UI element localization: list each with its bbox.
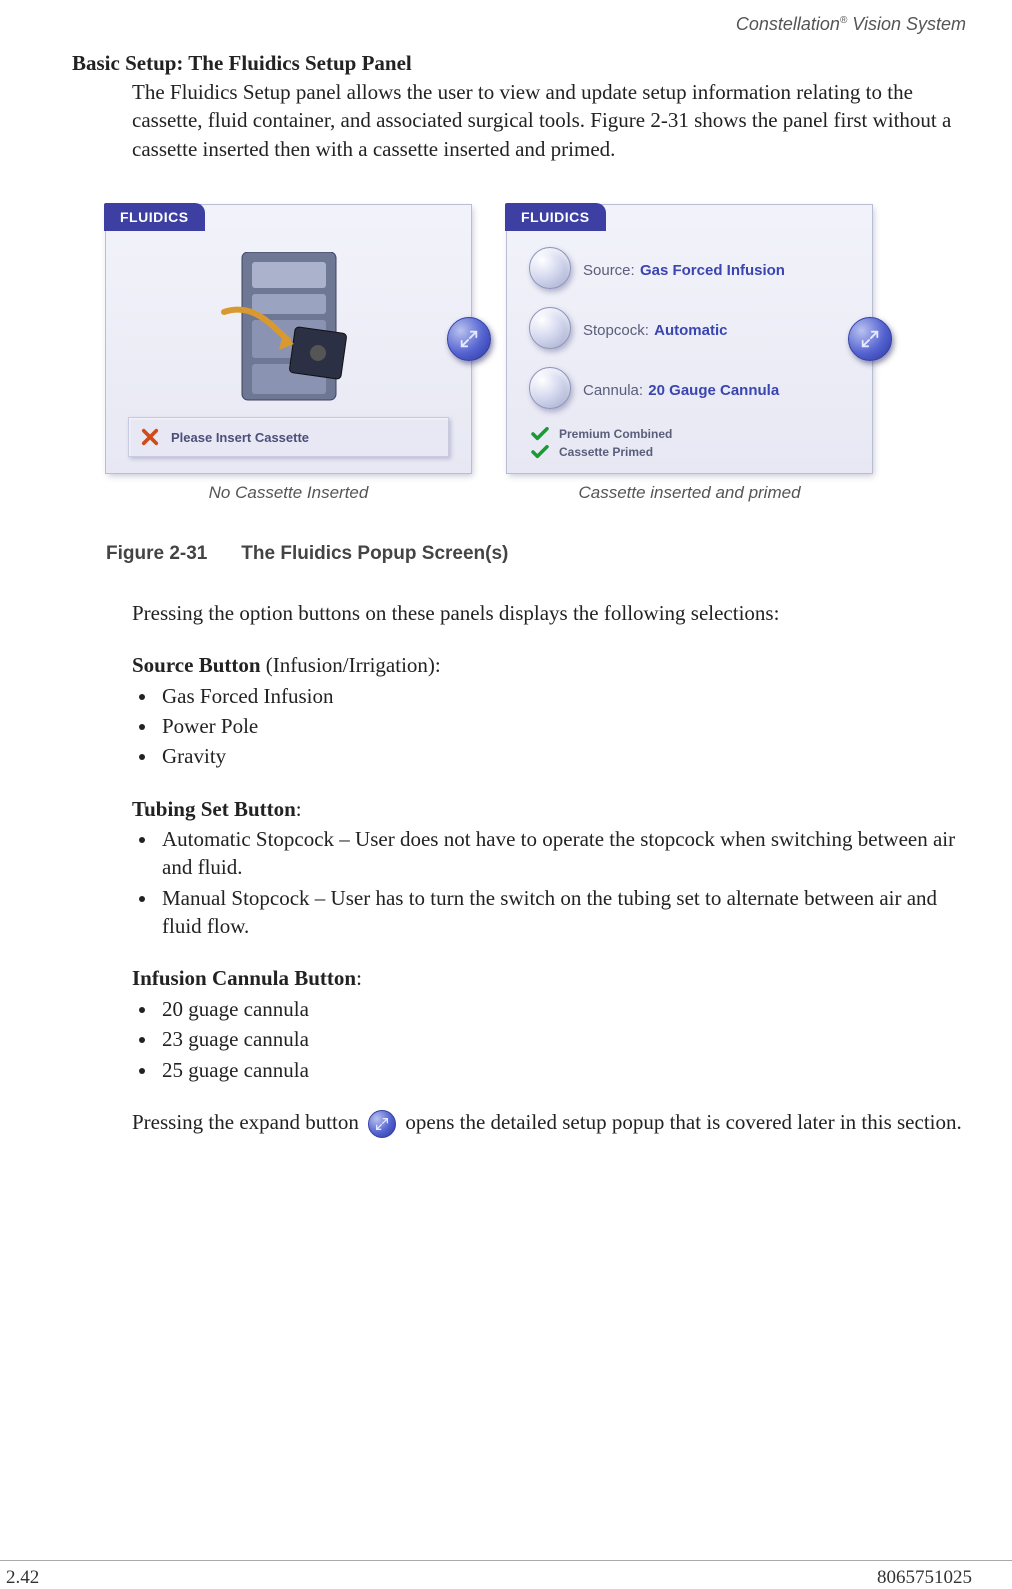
expand-button-inline[interactable] bbox=[368, 1110, 396, 1138]
panel-captions: No Cassette Inserted Cassette inserted a… bbox=[106, 483, 972, 503]
machine-icon bbox=[184, 252, 394, 402]
figure-number: Figure 2-31 bbox=[106, 543, 236, 565]
source-value: Gas Forced Infusion bbox=[640, 262, 785, 279]
expand-icon bbox=[458, 328, 480, 350]
list-item: Manual Stopcock – User has to turn the s… bbox=[158, 884, 972, 941]
status-text: Premium Combined bbox=[559, 427, 672, 441]
expand-icon bbox=[374, 1116, 390, 1132]
status-premium-combined: Premium Combined bbox=[531, 427, 850, 441]
page-footer: 2.42 8065751025 bbox=[0, 1560, 1012, 1589]
expand-button[interactable] bbox=[447, 317, 491, 361]
list-item: 23 guage cannula bbox=[158, 1025, 972, 1053]
expand-sentence: Pressing the expand button opens the det… bbox=[132, 1108, 972, 1138]
x-icon bbox=[141, 428, 159, 446]
stopcock-option[interactable]: Stopcock: Automatic bbox=[529, 307, 850, 349]
panel-tab: FLUIDICS bbox=[104, 203, 205, 231]
cannula-list: 20 guage cannula 23 guage cannula 25 gua… bbox=[132, 995, 972, 1084]
stopcock-label: Stopcock: bbox=[583, 322, 649, 339]
stopcock-value: Automatic bbox=[654, 322, 727, 339]
source-button-block: Source Button (Infusion/Irrigation): Gas… bbox=[132, 651, 972, 770]
expand-sentence-a: Pressing the expand button bbox=[132, 1110, 364, 1134]
cannula-option[interactable]: Cannula: 20 Gauge Cannula bbox=[529, 367, 850, 409]
list-item: 20 guage cannula bbox=[158, 995, 972, 1023]
product-tail: Vision System bbox=[847, 14, 966, 34]
check-icon bbox=[531, 427, 549, 441]
status-cassette-primed: Cassette Primed bbox=[531, 445, 850, 459]
cannula-button-block: Infusion Cannula Button: 20 guage cannul… bbox=[132, 964, 972, 1083]
figure-caption: Figure 2-31 The Fluidics Popup Screen(s) bbox=[106, 543, 972, 565]
list-item: Power Pole bbox=[158, 712, 972, 740]
source-option[interactable]: Source: Gas Forced Infusion bbox=[529, 247, 850, 289]
insert-cassette-message: Please Insert Cassette bbox=[128, 417, 449, 457]
list-item: Gravity bbox=[158, 742, 972, 770]
status-text: Cassette Primed bbox=[559, 445, 653, 459]
tubing-head: Tubing Set Button bbox=[132, 797, 296, 821]
section-heading: Basic Setup: The Fluidics Setup Panel bbox=[72, 51, 972, 76]
machine-illustration bbox=[132, 247, 445, 407]
list-item: 25 guage cannula bbox=[158, 1056, 972, 1084]
source-head-tail: (Infusion/Irrigation): bbox=[261, 653, 441, 677]
intro-paragraph: The Fluidics Setup panel allows the user… bbox=[132, 78, 972, 163]
list-item: Gas Forced Infusion bbox=[158, 682, 972, 710]
caption-right: Cassette inserted and primed bbox=[507, 483, 872, 503]
cannula-label: Cannula: bbox=[583, 382, 643, 399]
panel-tab: FLUIDICS bbox=[505, 203, 606, 231]
caption-left: No Cassette Inserted bbox=[106, 483, 471, 503]
page-number: 2.42 bbox=[6, 1567, 39, 1589]
fluidics-panel-primed: FLUIDICS Source: Gas Forced Infusion Sto… bbox=[507, 205, 872, 473]
round-button-icon bbox=[529, 307, 571, 349]
round-button-icon bbox=[529, 247, 571, 289]
fluidics-panel-no-cassette: FLUIDICS bbox=[106, 205, 471, 473]
expand-icon bbox=[859, 328, 881, 350]
tubing-button-block: Tubing Set Button: Automatic Stopcock – … bbox=[132, 795, 972, 941]
lead-sentence: Pressing the option buttons on these pan… bbox=[132, 599, 972, 627]
source-list: Gas Forced Infusion Power Pole Gravity bbox=[132, 682, 972, 771]
cannula-value: 20 Gauge Cannula bbox=[648, 382, 779, 399]
product-name: Constellation bbox=[736, 14, 840, 34]
source-head: Source Button bbox=[132, 653, 261, 677]
insert-cassette-text: Please Insert Cassette bbox=[171, 430, 309, 445]
figure-title: The Fluidics Popup Screen(s) bbox=[241, 543, 508, 564]
figure-row: FLUIDICS bbox=[106, 205, 972, 473]
tubing-list: Automatic Stopcock – User does not have … bbox=[132, 825, 972, 940]
round-button-icon bbox=[529, 367, 571, 409]
doc-number: 8065751025 bbox=[877, 1567, 972, 1589]
list-item: Automatic Stopcock – User does not have … bbox=[158, 825, 972, 882]
cannula-head: Infusion Cannula Button bbox=[132, 966, 356, 990]
running-header: Constellation® Vision System bbox=[72, 14, 972, 35]
expand-button[interactable] bbox=[848, 317, 892, 361]
check-icon bbox=[531, 445, 549, 459]
expand-sentence-b: opens the detailed setup popup that is c… bbox=[405, 1110, 961, 1134]
source-label: Source: bbox=[583, 262, 635, 279]
